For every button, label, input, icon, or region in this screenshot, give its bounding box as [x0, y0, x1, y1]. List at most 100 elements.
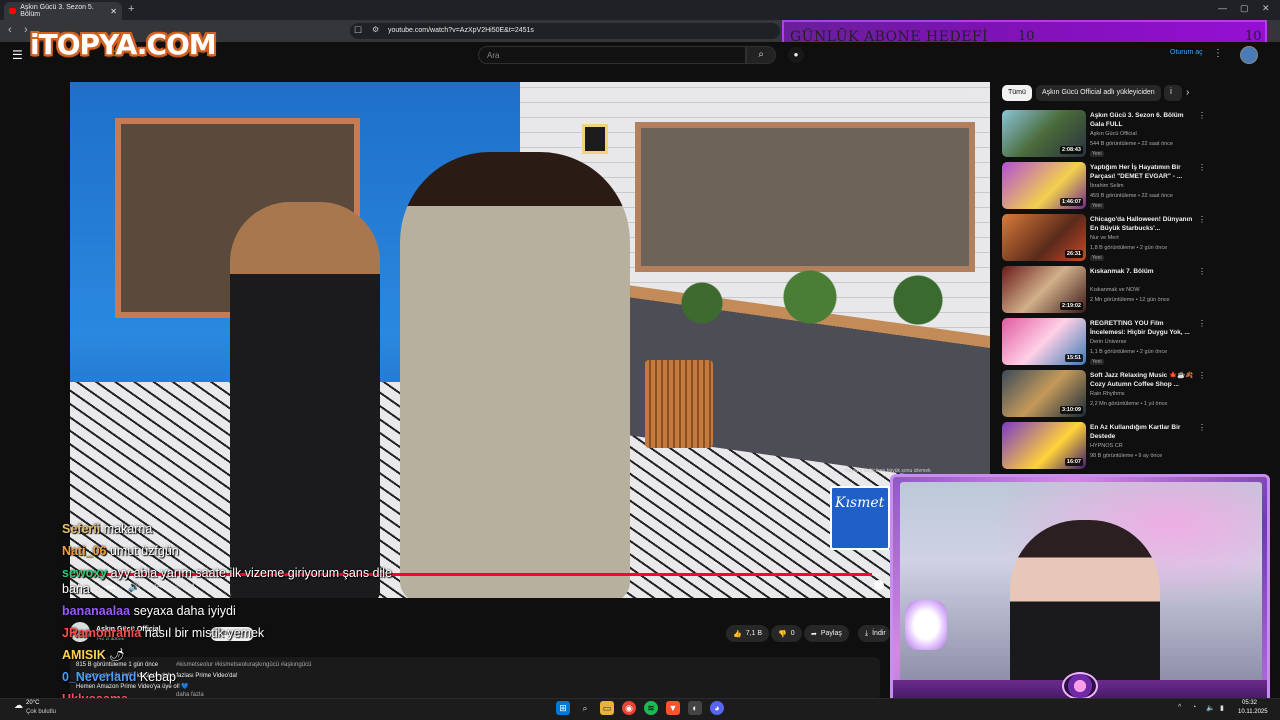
- hashtags[interactable]: #kismetseolur #kismetseoluraşkıngücü #aş…: [176, 662, 311, 668]
- bookmark-icon[interactable]: ☐: [354, 25, 362, 36]
- new-badge: Yeni: [1090, 203, 1104, 209]
- video-title[interactable]: REGRETTING YOU Film İncelemesi: Hiçbir D…: [1090, 319, 1198, 337]
- obs-icon[interactable]: ◐: [688, 701, 702, 715]
- video-channel[interactable]: Rain Rhythms: [1090, 391, 1125, 397]
- more-options-icon[interactable]: ⋮: [1198, 215, 1206, 224]
- more-options-icon[interactable]: ⋮: [1198, 423, 1206, 432]
- weather-desc: Çok bulutlu: [26, 709, 57, 715]
- more-options-icon[interactable]: ⋮: [1198, 111, 1206, 120]
- recommended-video[interactable]: 2:08:43 Aşkın Gücü 3. Sezon 6. Bölüm Gala…: [1002, 110, 1207, 160]
- more-options-icon[interactable]: ⋮: [1198, 267, 1206, 276]
- avatar[interactable]: [1240, 46, 1258, 64]
- progress-scrubber[interactable]: [874, 580, 884, 590]
- chat-nick: 0_Neverland: [62, 670, 137, 684]
- wifi-icon[interactable]: ◔: [1192, 704, 1196, 711]
- settings-icon[interactable]: ⋮: [1213, 48, 1223, 59]
- video-channel[interactable]: İbrahim Selim: [1090, 183, 1124, 189]
- weather-icon[interactable]: ☁: [14, 700, 23, 711]
- forward-button[interactable]: ›: [24, 24, 28, 36]
- time-display: 2:04:28 / 2:05:01: [150, 584, 196, 590]
- more-options-icon[interactable]: ⋮: [1198, 163, 1206, 172]
- video-title[interactable]: Yaptığım Her İş Hayatımın Bir Parçası! "…: [1090, 163, 1198, 181]
- next-icon[interactable]: ⏭: [106, 582, 115, 593]
- itopya-logo: iTOPYA.COM: [30, 28, 217, 61]
- microphone-icon[interactable]: ●: [788, 47, 804, 63]
- hamburger-menu-icon[interactable]: ☰: [12, 48, 23, 62]
- close-tab-icon[interactable]: ✕: [110, 7, 117, 16]
- video-channel[interactable]: Aşkın Gücü Official: [1090, 131, 1137, 137]
- video-thumbnail[interactable]: 2:08:43: [1002, 110, 1086, 157]
- scene-wall-lamp: [582, 124, 608, 154]
- player-info-icon[interactable]: ⓘ: [972, 90, 980, 101]
- video-thumbnail[interactable]: 3:10:09: [1002, 370, 1086, 417]
- browser-tab[interactable]: Aşkın Gücü 3. Sezon 5. Bölüm ✕: [4, 2, 122, 20]
- chat-text: ayy abla yarım saate ilk vizeme giriyoru…: [110, 566, 393, 580]
- url-field[interactable]: youtube.com/watch?v=AzXpV2Hi50E&t=2451s: [350, 23, 780, 39]
- video-channel[interactable]: Derin Universe: [1090, 339, 1126, 345]
- end-card-title: Kısmet: [835, 495, 885, 511]
- sign-in-button[interactable]: Oturum aç: [1170, 49, 1203, 56]
- download-label: İndir: [872, 630, 886, 637]
- share-button[interactable]: ➦ Paylaş: [804, 625, 849, 642]
- chrome-icon[interactable]: ◉: [622, 701, 636, 715]
- recommended-video[interactable]: 15:51 REGRETTING YOU Film İncelemesi: Hiç…: [1002, 318, 1207, 368]
- chat-message: Nati_06 umut üzfgün: [62, 544, 179, 558]
- new-tab-button[interactable]: +: [128, 3, 134, 15]
- video-title[interactable]: Aşkın Gücü 3. Sezon 6. Bölüm Gala FULL: [1090, 111, 1198, 129]
- chat-text: Kebap: [139, 670, 176, 684]
- recommended-video[interactable]: 26:31 Chicago'da Halloween! Dünyanın En B…: [1002, 214, 1207, 264]
- search-input[interactable]: Ara: [478, 46, 746, 64]
- close-window-button[interactable]: ✕: [1262, 3, 1270, 14]
- tray-chevron-icon[interactable]: ^: [1178, 704, 1181, 711]
- discord-icon[interactable]: ◕: [710, 701, 724, 715]
- windows-start-icon[interactable]: ⊞: [556, 701, 570, 715]
- video-channel[interactable]: Kıskanmak ve NOW: [1090, 287, 1140, 293]
- scene-woman: [230, 202, 380, 598]
- recommended-video[interactable]: 2:19:02 Kıskanmak 7. Bölüm Kıskanmak ve NO…: [1002, 266, 1207, 316]
- video-duration: 26:31: [1064, 250, 1083, 258]
- spotify-icon[interactable]: ≋: [644, 701, 658, 715]
- search-taskbar-icon[interactable]: ⌕: [578, 701, 592, 715]
- video-thumbnail[interactable]: 26:31: [1002, 214, 1086, 261]
- video-thumbnail[interactable]: 15:51: [1002, 318, 1086, 365]
- more-options-icon[interactable]: ⋮: [1198, 319, 1206, 328]
- speaker-icon[interactable]: 🔈: [1206, 704, 1215, 712]
- video-channel[interactable]: HYPNOS CR: [1090, 443, 1123, 449]
- chip-all[interactable]: Tümü: [1002, 85, 1032, 101]
- video-thumbnail[interactable]: 16:07: [1002, 422, 1086, 469]
- chat-nick: Nati_06: [62, 544, 107, 558]
- video-channel[interactable]: Nur ve Mert: [1090, 235, 1119, 241]
- chip-related[interactable]: İ: [1164, 85, 1182, 101]
- taskbar: [0, 698, 1280, 720]
- video-title[interactable]: Soft Jazz Relaxing Music 🍁☕🍂 Cozy Autumn…: [1090, 371, 1198, 389]
- chip-uploader[interactable]: Aşkın Gücü Official adlı yükleyiciden: [1036, 85, 1161, 101]
- chat-message: bana: [62, 582, 90, 596]
- back-button[interactable]: ‹: [8, 24, 12, 36]
- video-thumbnail[interactable]: 2:19:02: [1002, 266, 1086, 313]
- like-button[interactable]: 👍 7,1 B: [726, 625, 770, 642]
- chevron-right-icon[interactable]: ›: [1186, 87, 1189, 98]
- more-options-icon[interactable]: ⋮: [1198, 371, 1206, 380]
- video-title[interactable]: En Az Kullandığım Kartlar Bir Destede: [1090, 423, 1198, 441]
- like-count: 7,1 B: [745, 630, 763, 637]
- recommended-video[interactable]: 1:46:07 Yaptığım Her İş Hayatımın Bir Par…: [1002, 162, 1207, 212]
- share-icon: ➦: [811, 630, 817, 638]
- recommended-video[interactable]: 16:07 En Az Kullandığım Kartlar Bir Deste…: [1002, 422, 1207, 472]
- video-meta: 2,2 Mn görüntüleme • 1 yıl önce: [1090, 401, 1168, 407]
- clock-date: 10.11.2025: [1238, 709, 1268, 715]
- dislike-button[interactable]: 👎 0: [771, 625, 802, 642]
- video-title[interactable]: Kıskanmak 7. Bölüm: [1090, 267, 1198, 276]
- recommended-video[interactable]: 3:10:09 Soft Jazz Relaxing Music 🍁☕🍂 Cozy…: [1002, 370, 1207, 420]
- search-icon[interactable]: ⌕: [746, 46, 776, 64]
- battery-icon[interactable]: ▮: [1220, 704, 1224, 712]
- file-explorer-icon[interactable]: ▭: [600, 701, 614, 715]
- share-label: Paylaş: [820, 630, 842, 637]
- download-button[interactable]: ⤓ İndir: [858, 625, 890, 642]
- volume-icon[interactable]: 🔊: [128, 582, 140, 593]
- maximize-button[interactable]: ▢: [1240, 3, 1249, 14]
- brave-icon[interactable]: ▼: [666, 701, 680, 715]
- minimize-button[interactable]: —: [1218, 3, 1227, 13]
- video-title[interactable]: Chicago'da Halloween! Dünyanın En Büyük …: [1090, 215, 1198, 233]
- site-info-icon[interactable]: ⚙: [372, 25, 379, 34]
- video-thumbnail[interactable]: 1:46:07: [1002, 162, 1086, 209]
